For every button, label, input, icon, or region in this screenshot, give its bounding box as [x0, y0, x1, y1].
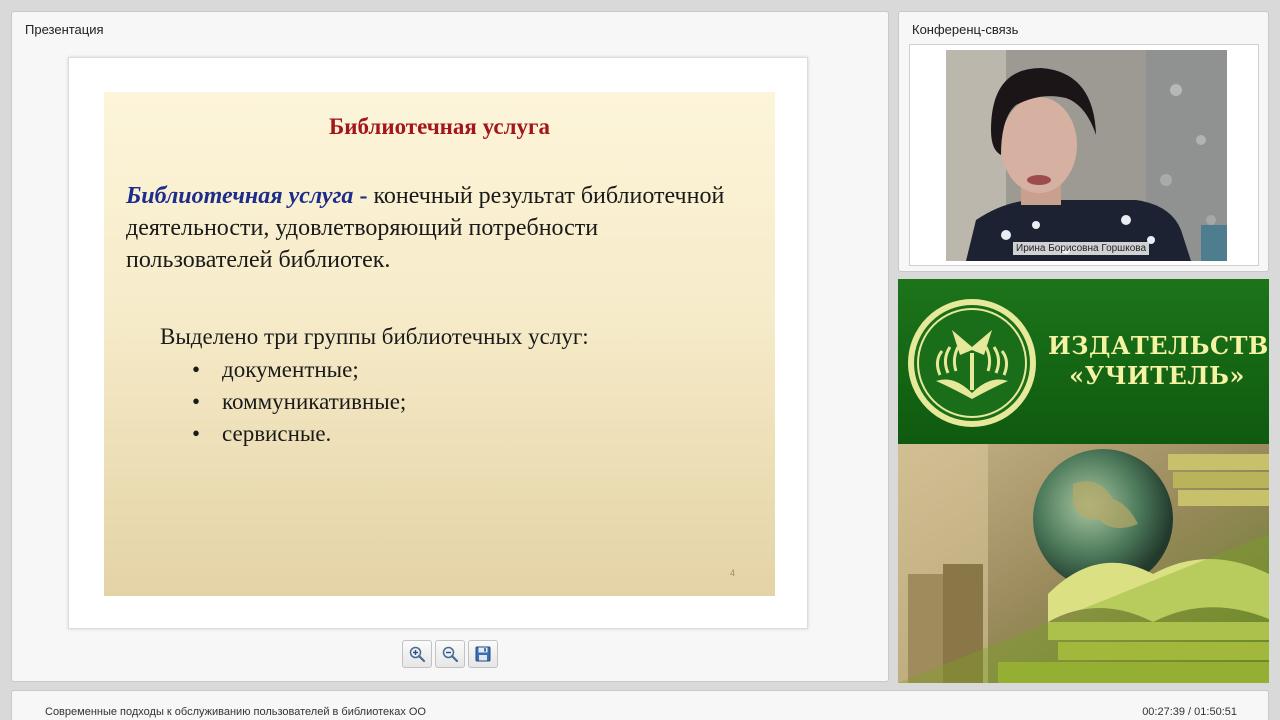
list-item-text: коммуникативные;	[222, 389, 407, 414]
zoom-out-button[interactable]	[435, 640, 465, 668]
participant-video-image	[946, 50, 1227, 261]
playback-time: 00:27:39 / 01:50:51	[1142, 706, 1237, 718]
groups-list: • документные; • коммуникативные; • сервисн…	[192, 354, 406, 450]
footer-bar: Современные подходы к обслуживанию польз…	[11, 690, 1269, 720]
presentation-panel: Презентация Библиотечная услуга Библиоте…	[11, 11, 889, 682]
books-globe-image	[898, 444, 1269, 683]
zoom-in-button[interactable]	[402, 640, 432, 668]
list-item: • документные;	[192, 354, 406, 386]
slide-frame: Библиотечная услуга Библиотечная услуга …	[68, 57, 808, 629]
conference-panel-title: Конференц-связь	[912, 22, 1019, 37]
publisher-books-image	[898, 444, 1269, 683]
groups-intro: Выделено три группы библиотечных услуг:	[160, 324, 589, 349]
list-item: • коммуникативные;	[192, 386, 406, 418]
participant-video: Ирина Борисовна Горшкова	[946, 50, 1227, 261]
publisher-name: ИЗДАТЕЛЬСТВО «УЧИТЕЛЬ»	[1048, 331, 1269, 391]
definition-dash: -	[359, 183, 368, 209]
slide-definition: Библиотечная услуга - конечный результат…	[126, 180, 746, 276]
slide-title: Библиотечная услуга	[329, 114, 550, 139]
publisher-header: ИЗДАТЕЛЬСТВО «УЧИТЕЛЬ»	[898, 279, 1269, 444]
presentation-toolbar	[402, 640, 498, 668]
presentation-panel-title: Презентация	[25, 22, 104, 37]
bullet: •	[192, 389, 201, 414]
zoom-in-icon	[409, 646, 426, 663]
webinar-title: Современные подходы к обслуживанию польз…	[45, 706, 426, 718]
publisher-name-line2: «УЧИТЕЛЬ»	[1069, 361, 1245, 390]
floppy-disk-icon	[475, 646, 491, 662]
video-frame: Ирина Борисовна Горшкова	[909, 44, 1259, 266]
list-item: • сервисные.	[192, 418, 406, 450]
save-button[interactable]	[468, 640, 498, 668]
bullet: •	[192, 357, 201, 382]
list-item-text: документные;	[222, 357, 359, 382]
participant-name: Ирина Борисовна Горшкова	[1013, 242, 1150, 255]
definition-term: Библиотечная услуга	[126, 183, 354, 209]
bullet: •	[192, 421, 201, 446]
publisher-banner: ИЗДАТЕЛЬСТВО «УЧИТЕЛЬ»	[898, 279, 1269, 683]
publisher-name-line1: ИЗДАТЕЛЬСТВО	[1048, 331, 1269, 360]
slide: Библиотечная услуга Библиотечная услуга …	[104, 92, 775, 596]
slide-number: 4	[729, 568, 735, 578]
list-item-text: сервисные.	[222, 421, 332, 446]
zoom-out-icon	[442, 646, 459, 663]
publisher-logo-icon	[908, 299, 1036, 427]
conference-panel: Конференц-связь Ирина Борисовна Горшкова	[898, 11, 1269, 272]
